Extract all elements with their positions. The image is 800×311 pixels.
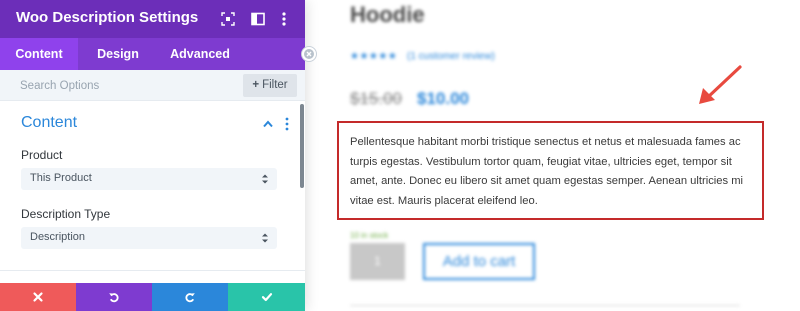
divider (350, 305, 740, 306)
panel-footer (0, 283, 305, 311)
panel-title: Woo Description Settings (16, 9, 199, 26)
rating-stars: ★★★★★ (350, 51, 398, 62)
divider (0, 270, 305, 271)
expand-icon[interactable] (219, 10, 237, 28)
redo-icon (185, 293, 195, 303)
search-input[interactable] (20, 77, 220, 95)
product-label: Product (21, 148, 63, 162)
tab-advanced[interactable]: Advanced (158, 38, 242, 70)
redo-button[interactable] (152, 283, 228, 311)
close-icon (33, 292, 43, 302)
undo-icon (109, 293, 119, 303)
product-select-value: This Product (30, 172, 92, 184)
undo-button[interactable] (76, 283, 152, 311)
filter-button[interactable]: + Filter (243, 74, 297, 97)
stock-status: 10 in stock (350, 231, 389, 240)
check-icon (261, 293, 272, 302)
description-type-label: Description Type (21, 207, 111, 221)
settings-panel: Woo Description Settings Content Design … (0, 0, 305, 311)
sale-price: $10.00 (417, 89, 469, 108)
tab-bar: Content Design Advanced (0, 38, 305, 70)
more-options-icon[interactable] (275, 10, 293, 28)
product-description: Pellentesque habitant morbi tristique se… (350, 136, 744, 207)
filter-label: Filter (262, 79, 288, 91)
save-button[interactable] (228, 283, 305, 311)
discard-button[interactable] (0, 283, 76, 311)
plus-icon: + (252, 79, 260, 91)
description-highlight-box[interactable]: Pellentesque habitant morbi tristique se… (337, 121, 764, 220)
description-type-select-value: Description (30, 231, 86, 243)
panel-collapse-handle[interactable] (301, 46, 317, 62)
panel-header: Woo Description Settings (0, 0, 305, 38)
tab-design[interactable]: Design (78, 38, 158, 70)
collapse-icon (304, 49, 314, 59)
old-price: $15.00 (350, 89, 402, 108)
section-options-icon[interactable] (283, 117, 291, 131)
quantity-input[interactable]: 1 (350, 243, 405, 280)
section-title[interactable]: Content (21, 114, 77, 132)
select-arrows-icon (262, 174, 268, 184)
product-select[interactable]: This Product (21, 168, 277, 190)
reviews-link[interactable]: (1 customer review) (407, 51, 495, 62)
chevron-up-icon[interactable] (262, 119, 274, 129)
tab-content[interactable]: Content (0, 38, 78, 70)
product-preview: Hoodie ★★★★★ (1 customer review) $15.00 … (305, 0, 800, 311)
split-view-icon[interactable] (249, 10, 267, 28)
pointer-arrow-icon (699, 65, 742, 104)
add-to-cart-button[interactable]: Add to cart (423, 243, 535, 280)
description-type-select[interactable]: Description (21, 227, 277, 249)
scrollbar[interactable] (300, 104, 304, 188)
product-title: Hoodie (350, 2, 425, 27)
select-arrows-icon (262, 233, 268, 243)
